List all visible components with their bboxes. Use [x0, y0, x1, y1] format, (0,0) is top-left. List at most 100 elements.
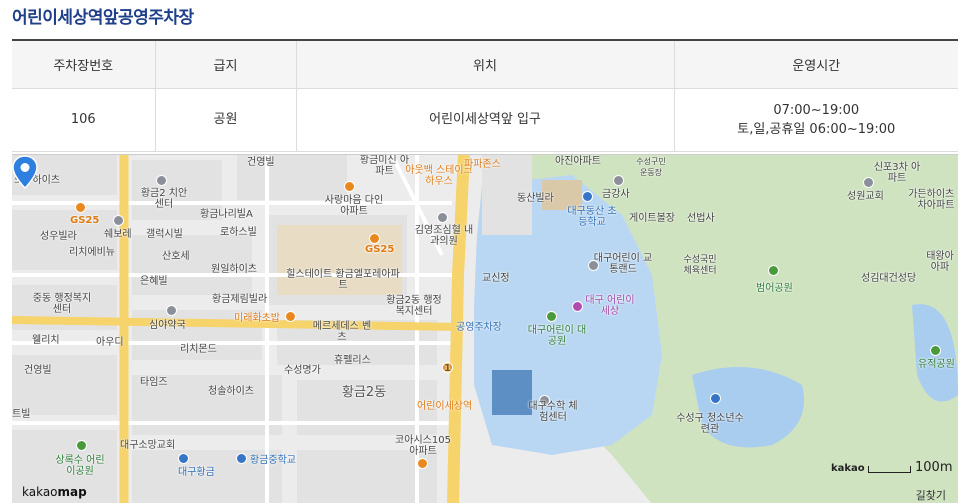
map-label: 성우빌라 [40, 231, 77, 242]
scale-bar [868, 466, 911, 473]
map-label: 심야약국 [149, 320, 186, 331]
scale-distance: 100m [915, 460, 953, 475]
map-label: 유적공원 [918, 359, 955, 370]
poi-icon[interactable] [582, 191, 593, 202]
map-label: 성김대건성당 [861, 273, 917, 284]
map-view[interactable]: 건영빌 황금미신 아파트 아웃백 스테이크하우스 파파존스 아진아파트 수성구민… [12, 154, 958, 503]
poi-icon[interactable] [236, 453, 247, 464]
poi-icon[interactable] [613, 175, 624, 186]
poi-icon[interactable] [546, 311, 557, 322]
map-label: 타임즈 [140, 377, 168, 388]
map-label: 사랑마음 다인아파트 [324, 195, 384, 217]
map-label: 로하스빌 [220, 227, 257, 238]
header-number: 주차장번호 [12, 40, 156, 89]
map-label: 대구 어린이세상 [585, 295, 635, 317]
parking-pin-icon[interactable] [12, 155, 38, 189]
map-label: 수성국민 체육센터 [683, 255, 717, 276]
map-label: 산호세 [162, 251, 190, 262]
map-label: 공영주차장 [456, 322, 502, 333]
map-label: 미래화초밥 [234, 313, 280, 324]
hours-weekday: 07:00~19:00 [773, 102, 860, 118]
cell-grade: 공원 [155, 88, 297, 152]
table-row: 106 공원 어린이세상역앞 입구 07:00~19:00 토,일,공휴일 06… [12, 88, 958, 152]
stadium [492, 370, 532, 415]
map-label: 어린이세상역 [417, 401, 473, 412]
map-label: 상록수 어린이공원 [55, 455, 105, 477]
cell-location: 어린이세상역앞 입구 [296, 88, 675, 152]
parking-info-table: 주차장번호 급지 위치 운영시간 106 공원 어린이세상역앞 입구 07:00… [12, 39, 958, 152]
header-grade: 급지 [155, 40, 297, 89]
route-link[interactable]: 길찾기 [916, 487, 946, 503]
poi-icon[interactable] [369, 233, 380, 244]
map-label: 수성구 청소년수련관 [676, 413, 744, 435]
map-label: 대구수학 체험센터 [528, 401, 578, 423]
hours-weekend: 토,일,공휴일 06:00~19:00 [737, 121, 896, 137]
map-label: 리치몬드 [180, 344, 217, 355]
poi-icon[interactable] [285, 311, 296, 322]
cell-number: 106 [12, 88, 156, 152]
map-label: 리치에비뉴 [69, 247, 115, 258]
map-label: 성원교회 [847, 191, 884, 202]
map-label: 웰리치 [32, 335, 60, 346]
poi-icon[interactable] [76, 440, 87, 451]
poi-icon[interactable] [437, 212, 448, 223]
map-label: 황금중학교 [250, 455, 296, 466]
cell-hours: 07:00~19:00 토,일,공휴일 06:00~19:00 [674, 88, 958, 152]
poi-icon[interactable] [178, 453, 189, 464]
map-label: 황금나리빌A [200, 209, 253, 220]
map-label: 신포3차 아파트 [873, 162, 921, 184]
map-label: 중동 행정복지센터 [32, 293, 92, 315]
map-label: 원일하이츠 [211, 264, 257, 275]
map-label: 황금제림빌라 [212, 294, 268, 305]
map-label: 휴펠리스 [334, 355, 371, 366]
poi-icon[interactable] [166, 305, 177, 316]
page-title: 어린이세상역앞공영주차장 [12, 8, 194, 28]
map-label: 아우디 [96, 337, 124, 348]
map-label: 황금2 치안센터 [140, 188, 188, 210]
poi-icon[interactable] [768, 265, 779, 276]
map-label: 범어공원 [756, 283, 793, 294]
map-label: 건영빌 [247, 157, 275, 168]
map-label: 교신정 [482, 273, 510, 284]
map-label: 태왕아 아파 [926, 251, 954, 273]
map-label: 아진아파트 [555, 156, 601, 167]
map-footer: kakaomap 길찾기 [0, 479, 966, 503]
poi-icon[interactable] [156, 175, 167, 186]
map-label: 대구어린이 대공원 [527, 325, 587, 347]
map-label: 김영조심혈 내과의원 [414, 225, 474, 247]
map-label: 게이트볼장 [629, 213, 675, 224]
map-label: 트빌 [12, 409, 31, 420]
map-label: 청솔하이츠 [208, 386, 254, 397]
map-label: 동산빌라 [517, 193, 554, 204]
poi-icon[interactable] [417, 458, 428, 469]
map-label: 파파존스 [464, 159, 501, 170]
map-label: 수성명가 [284, 365, 321, 376]
poi-icon[interactable] [710, 393, 721, 404]
map-label: 대구소망교회 [120, 440, 176, 451]
map-label: 힐스테이트 황금엘포레아파트 [286, 269, 400, 291]
subway-line-number: 1 [444, 363, 451, 374]
map-label: 황금2동 [342, 385, 387, 400]
map-label: 은혜빌 [140, 276, 168, 287]
poi-icon[interactable] [113, 215, 124, 226]
map-label: 메르세데스 벤츠 [312, 321, 372, 343]
kakaomap-logo[interactable]: kakaomap [22, 485, 87, 499]
map-label: 갤럭시빌 [146, 229, 183, 240]
poi-icon[interactable] [930, 345, 941, 356]
map-label: 금강사 [602, 189, 630, 200]
poi-icon[interactable] [344, 181, 355, 192]
map-label: 대구어린이 교통랜드 [593, 253, 653, 275]
header-location: 위치 [296, 40, 675, 89]
map-label: GS25 [365, 244, 395, 255]
map-label: 수성구민 운동장 [636, 157, 666, 177]
map-label: GS25 [70, 215, 100, 226]
table-header-row: 주차장번호 급지 위치 운영시간 [12, 40, 958, 89]
logo-bold-text: map [57, 485, 87, 499]
header-hours: 운영시간 [674, 40, 958, 89]
map-label: 가든하이츠 2차아파트 [908, 189, 958, 211]
logo-light-text: kakao [22, 485, 58, 499]
poi-icon[interactable] [75, 202, 86, 213]
map-label: 건영빌 [24, 365, 52, 376]
map-label: 코아시스105 아파트 [395, 435, 451, 457]
scale-brand: kakao [831, 463, 865, 474]
